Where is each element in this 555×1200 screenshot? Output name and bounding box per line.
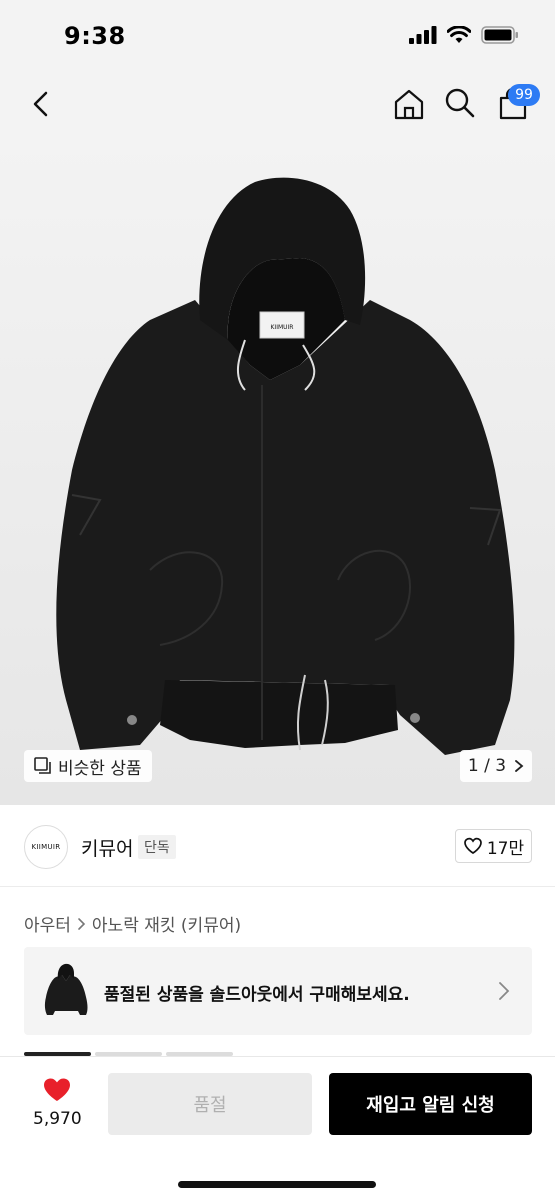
breadcrumb: 아우터 아노락 재킷 (키뮤어)	[24, 911, 241, 936]
brand-like-button[interactable]: 17만	[455, 829, 532, 863]
nav-bar: 99	[0, 70, 555, 140]
brand-logo[interactable]: KIIMUIR	[24, 825, 68, 869]
chevron-right-icon	[78, 917, 86, 930]
soldout-button: 품절	[108, 1073, 312, 1135]
heart-filled-icon	[44, 1078, 70, 1101]
similar-products-button[interactable]: 비슷한 상품	[24, 750, 152, 782]
status-icons	[409, 26, 519, 44]
wishlist-count: 5,970	[33, 1109, 82, 1129]
breadcrumb-category[interactable]: 아우터	[24, 911, 71, 936]
status-bar: 9:38	[0, 0, 555, 70]
jacket-image: KIIMUIR	[56, 177, 515, 755]
cart-badge: 99	[508, 84, 540, 106]
home-indicator	[178, 1181, 376, 1188]
search-icon[interactable]	[444, 87, 476, 119]
soldout-banner-text: 품절된 상품을 솔드아웃에서 구매해보세요.	[104, 985, 410, 1005]
back-icon[interactable]	[26, 88, 58, 120]
bottom-action-bar: 5,970 품절 재입고 알림 신청	[0, 1056, 555, 1200]
restock-alert-button[interactable]: 재입고 알림 신청	[329, 1073, 532, 1135]
image-pager[interactable]: 1 / 3	[460, 750, 532, 782]
brand-name[interactable]: 키뮤어	[81, 834, 133, 861]
image-pager-text: 1 / 3	[467, 756, 507, 776]
home-icon[interactable]	[392, 87, 426, 121]
cellular-signal-icon	[409, 26, 437, 44]
heart-outline-icon	[464, 837, 482, 855]
chevron-right-icon	[515, 760, 524, 772]
battery-icon	[481, 26, 518, 44]
similar-products-label: 비슷한 상품	[58, 758, 142, 779]
chevron-right-icon	[499, 982, 510, 1000]
brand-row: KIIMUIR 키뮤어 단독 17만	[0, 805, 555, 887]
breadcrumb-subcategory[interactable]: 아노락 재킷 (키뮤어)	[92, 911, 241, 936]
soldout-banner[interactable]: 품절된 상품을 솔드아웃에서 구매해보세요.	[24, 947, 532, 1035]
jacket-label-text: KIIMUIR	[271, 324, 294, 331]
wifi-icon	[447, 26, 471, 43]
brand-like-count: 17만	[486, 838, 525, 859]
exclusive-tag: 단독	[138, 835, 176, 859]
status-time: 9:38	[64, 22, 126, 50]
jacket-thumbnail	[44, 963, 88, 1015]
copy-icon	[34, 757, 51, 774]
product-image[interactable]: KIIMUIR	[0, 140, 555, 805]
